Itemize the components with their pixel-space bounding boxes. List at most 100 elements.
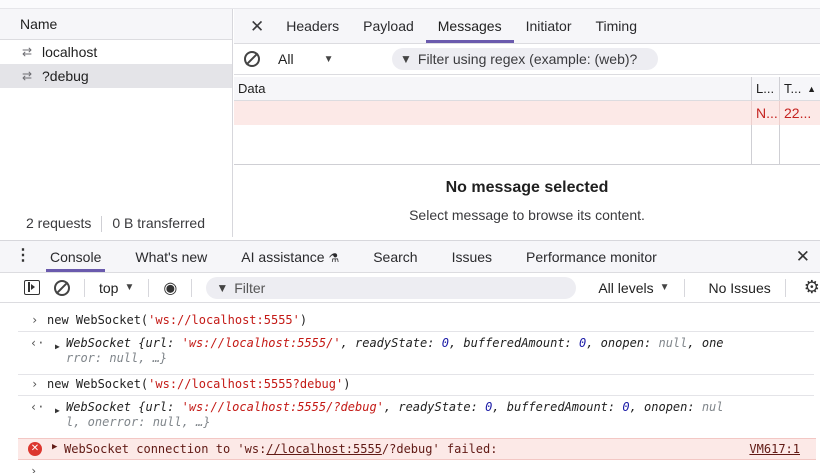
tab-search[interactable]: Search [357, 241, 435, 272]
tab-ai-assistance[interactable]: AI assistance ⚗ [225, 241, 357, 272]
prop-value: null [658, 336, 688, 350]
error-suffix: /?debug' failed: [381, 442, 498, 456]
cell-data [234, 101, 752, 125]
prop-key: , onopen: [586, 336, 659, 350]
empty-state-subtitle: Select message to browse its content. [409, 207, 645, 223]
filler-length [752, 125, 780, 164]
context-value: top [99, 279, 119, 296]
regex-filter-input[interactable]: ▼ Filter using regex (example: (web)? [392, 48, 658, 70]
tab-console[interactable]: Console [34, 241, 119, 272]
top-strip [0, 0, 820, 9]
command-text: new WebSocket( [47, 377, 149, 391]
tab-timing[interactable]: Timing [584, 9, 650, 43]
console-filter-input[interactable]: ▼ Filter [206, 276, 577, 299]
command-argument: 'ws://localhost:5555?debug' [148, 377, 344, 391]
prop-value: 0 [441, 336, 449, 350]
prop-key: url: [145, 336, 182, 350]
prompt-chevron-icon: › [31, 377, 39, 391]
tab-headers[interactable]: Headers [274, 9, 351, 43]
command-text: new WebSocket( [47, 313, 149, 327]
log-levels-value: All levels [598, 279, 654, 296]
tab-initiator[interactable]: Initiator [514, 9, 584, 43]
console-filter-placeholder: Filter [234, 279, 266, 296]
network-summary: 2 requests 0 B transferred [0, 210, 232, 237]
websocket-arrows-icon: ⇄ [22, 69, 33, 83]
cell-length: N... [752, 101, 780, 125]
request-row-debug[interactable]: ⇄ ?debug [0, 64, 232, 88]
filter-funnel-icon: ▼ [216, 280, 229, 295]
log-levels-dropdown[interactable]: All levels ▼ [598, 280, 669, 296]
column-data[interactable]: Data [234, 77, 752, 100]
websocket-result: WebSocket {url: 'ws://localhost:5555/?de… [66, 400, 724, 429]
table-row[interactable]: N... 22... [234, 101, 820, 125]
name-column-header[interactable]: Name [0, 9, 232, 40]
console-toolbar: top ▼ ◉ ▼ Filter All levels ▼ No Issues … [0, 273, 820, 303]
error-prefix: WebSocket connection to 'ws: [64, 442, 267, 456]
result-continuation: rror: null, …} [66, 351, 168, 365]
request-list-pane: Name ⇄ localhost ⇄ ?debug 2 requests 0 B… [0, 9, 233, 237]
live-expression-eye-icon[interactable]: ◉ [163, 278, 177, 298]
network-panel: Name ⇄ localhost ⇄ ?debug 2 requests 0 B… [0, 0, 820, 237]
gear-icon[interactable]: ⚙ [804, 277, 820, 298]
tab-messages[interactable]: Messages [425, 9, 514, 43]
column-time[interactable]: T... ▲ [780, 77, 820, 100]
column-length[interactable]: L... [752, 77, 780, 100]
close-details-icon[interactable]: ✕ [248, 9, 274, 43]
table-filler [234, 125, 820, 165]
prop-value: 'ws://localhost:5555/' [181, 336, 341, 350]
result-arrow-icon: ‹· [30, 400, 45, 414]
error-url-link[interactable]: //localhost:5555 [266, 442, 382, 456]
divider [148, 278, 150, 297]
more-tabs-icon[interactable]: ⋮ [12, 241, 34, 272]
message-type-select[interactable]: All ▼ [270, 51, 382, 67]
regex-filter-placeholder: Filter using regex (example: (web)? [417, 51, 638, 67]
filler-data [234, 125, 752, 164]
divider [101, 216, 103, 232]
request-row-localhost[interactable]: ⇄ localhost [0, 40, 232, 64]
console-command: new WebSocket('ws://localhost:5555?debug… [47, 377, 350, 391]
tab-whats-new[interactable]: What's new [119, 241, 225, 272]
sidebar-toggle-icon[interactable] [24, 280, 40, 295]
prop-value: 'ws://localhost:5555/?debug' [181, 400, 384, 414]
tab-ai-assistance-label: AI assistance [241, 249, 325, 265]
command-argument: 'ws://localhost:5555' [148, 313, 300, 327]
object-type: WebSocket [66, 400, 132, 414]
tab-performance-monitor[interactable]: Performance monitor [510, 241, 675, 272]
divider [18, 331, 814, 332]
prop-key: , one [687, 336, 724, 350]
tab-payload[interactable]: Payload [351, 9, 426, 43]
messages-table-header: Data L... T... ▲ [234, 77, 820, 101]
messages-filter-bar: All ▼ ▼ Filter using regex (example: (we… [234, 44, 820, 75]
close-drawer-icon[interactable]: ✕ [796, 241, 810, 273]
expand-triangle-icon[interactable]: ▶ [55, 342, 60, 351]
result-continuation: l, onerror: null, …} [66, 415, 211, 429]
prop-value: nul [701, 400, 724, 414]
column-time-label: T... [784, 81, 802, 96]
request-name: ?debug [42, 68, 89, 84]
command-close: ) [299, 313, 308, 327]
prompt-chevron-icon[interactable]: › [30, 464, 37, 473]
prop-key: , readyState: [340, 336, 442, 350]
error-source-link[interactable]: VM617:1 [749, 442, 800, 456]
expand-triangle-icon[interactable]: ▶ [52, 442, 57, 452]
clear-console-icon[interactable] [54, 279, 70, 296]
prop-key: , onopen: [629, 400, 702, 414]
issues-counter[interactable]: No Issues [699, 280, 771, 296]
prop-key: , bufferedAmount: [492, 400, 623, 414]
divider [683, 278, 685, 297]
divider [84, 278, 85, 297]
console-command: new WebSocket('ws://localhost:5555') [47, 313, 307, 327]
chevron-down-icon: ▼ [323, 53, 334, 65]
request-name: localhost [42, 44, 98, 60]
console-error-line[interactable]: ✕ ▶ WebSocket connection to 'ws://localh… [18, 438, 816, 460]
request-details-pane: ✕ Headers Payload Messages Initiator Tim… [234, 9, 820, 237]
prompt-chevron-icon: › [31, 313, 39, 327]
command-close: ) [343, 377, 351, 391]
filler-time [780, 125, 820, 164]
tab-issues[interactable]: Issues [436, 241, 510, 272]
clear-messages-icon[interactable] [244, 51, 260, 67]
divider [18, 395, 814, 396]
context-selector[interactable]: top ▼ [99, 280, 134, 296]
expand-triangle-icon[interactable]: ▶ [55, 406, 60, 415]
message-type-value: All [278, 51, 294, 67]
